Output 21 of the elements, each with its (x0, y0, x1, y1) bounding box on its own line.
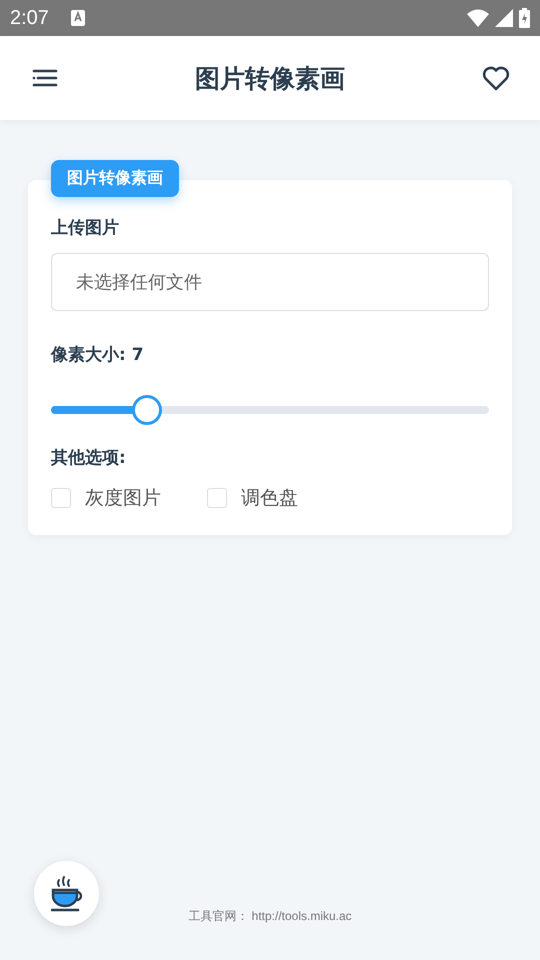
coffee-cup-icon (50, 876, 82, 912)
heart-icon[interactable] (482, 66, 510, 90)
signal-icon (495, 9, 513, 27)
website-link[interactable]: http://tools.miku.ac (252, 909, 352, 923)
card-badge: 图片转像素画 (51, 160, 179, 197)
footer-label: 工具官网： (188, 909, 248, 923)
page-title: 图片转像素画 (194, 62, 346, 94)
menu-icon[interactable] (32, 69, 58, 87)
checkbox[interactable] (207, 488, 227, 508)
battery-icon (519, 8, 530, 28)
checkbox-label: 调色盘 (241, 486, 298, 511)
checkbox[interactable] (51, 488, 71, 508)
wifi-icon (467, 9, 489, 27)
status-time: 2:07 (10, 6, 49, 30)
keyboard-icon (70, 10, 85, 26)
options-label: 其他选项: (51, 447, 127, 469)
file-field[interactable]: 未选择任何文件 (51, 253, 489, 311)
upload-label: 上传图片 (51, 217, 120, 239)
slider-thumb[interactable] (132, 395, 162, 425)
pixel-size-label: 像素大小: 7 (51, 344, 145, 366)
checkbox-label: 灰度图片 (85, 486, 161, 511)
